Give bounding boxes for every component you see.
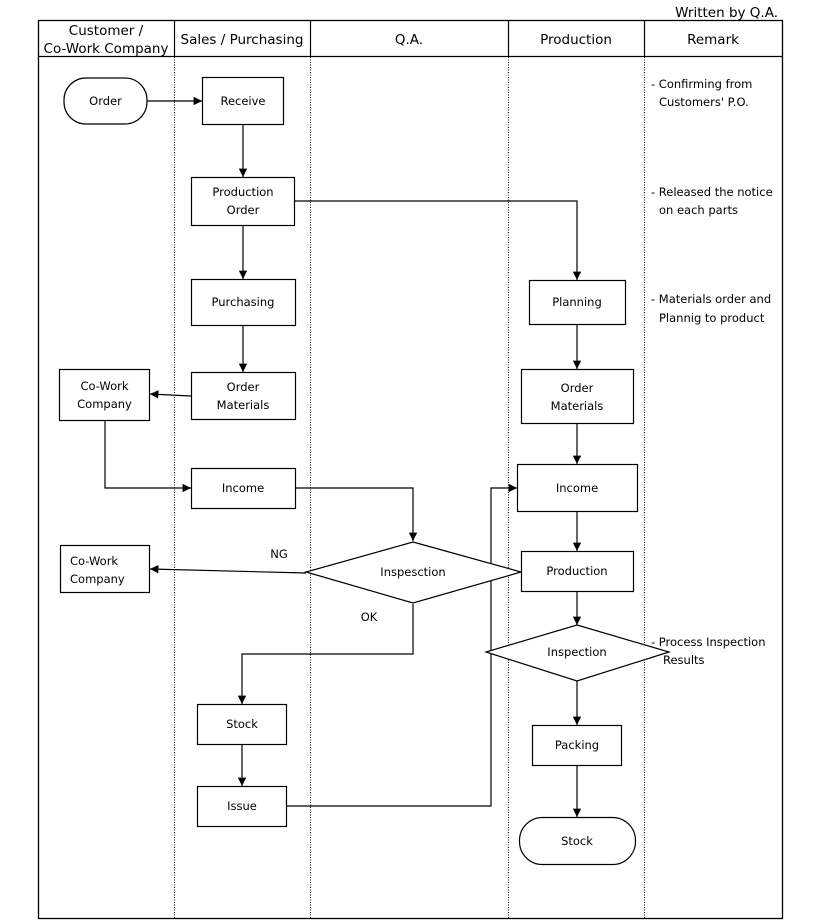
node-production: Production bbox=[520, 550, 635, 593]
node-label-line1: Production bbox=[212, 185, 273, 199]
node-order: Order bbox=[63, 77, 148, 125]
node-label-line2: Company bbox=[70, 572, 125, 586]
remark-1: - Confirming from Customers' P.O. bbox=[651, 77, 752, 109]
arrow-inspection-ok-to-stock bbox=[237, 604, 414, 704]
arrow-order-materials-to-cowork bbox=[149, 390, 192, 399]
remark-line2: on each parts bbox=[659, 203, 738, 217]
lane-header-sales: Sales / Purchasing bbox=[181, 32, 304, 48]
node-prod-inspection: Inspection bbox=[483, 624, 672, 682]
author-note: Written by Q.A. bbox=[675, 5, 778, 21]
node-label-line2: Materials bbox=[551, 399, 604, 413]
node-label-line1: Order bbox=[561, 381, 594, 395]
node-sales-stock: Stock bbox=[196, 703, 288, 746]
node-label: Purchasing bbox=[212, 295, 275, 309]
remark-line1: - Process Inspection bbox=[651, 635, 765, 649]
node-purchasing: Purchasing bbox=[190, 278, 297, 327]
node-label-line2: Company bbox=[77, 397, 132, 411]
node-label-line2: Order bbox=[227, 203, 260, 217]
node-label: Stock bbox=[561, 834, 593, 848]
node-label: Planning bbox=[552, 295, 602, 309]
remark-line1: - Released the notice bbox=[651, 185, 773, 199]
diagram-frame bbox=[37, 19, 784, 920]
node-sales-order-materials: Order Materials bbox=[190, 371, 297, 421]
arrow-inspection-ng-to-cowork bbox=[149, 565, 307, 574]
node-packing: Packing bbox=[531, 724, 623, 767]
node-label-line1: Order bbox=[227, 380, 260, 394]
remark-3: - Materials order and Plannig to product bbox=[651, 292, 771, 325]
lane-header-line2: Co-Work Company bbox=[44, 41, 169, 57]
node-label: Income bbox=[556, 481, 598, 495]
lane-header-qa: Q.A. bbox=[395, 32, 423, 48]
remark-line1: - Materials order and bbox=[651, 292, 771, 306]
node-prod-order-materials: Order Materials bbox=[520, 368, 635, 425]
node-label: Income bbox=[222, 481, 264, 495]
node-label: Stock bbox=[226, 717, 258, 731]
node-cowork-company-2: Co-Work Company bbox=[59, 544, 151, 594]
node-label: Inspection bbox=[547, 645, 606, 659]
edge-label-ok: OK bbox=[361, 610, 378, 624]
remark-line1: - Confirming from bbox=[651, 77, 752, 91]
remark-line2: Plannig to product bbox=[659, 311, 765, 325]
node-label: Order bbox=[89, 94, 122, 108]
remark-line2: Customers' P.O. bbox=[659, 95, 749, 109]
edge-label-ng: NG bbox=[270, 547, 288, 561]
arrow-cowork-to-income bbox=[104, 420, 191, 493]
remark-2: - Released the notice on each parts bbox=[651, 185, 773, 217]
cross-functional-flowchart: Written by Q.A. Customer / Co-Work Compa… bbox=[37, 5, 784, 920]
node-label-line2: Materials bbox=[217, 398, 270, 412]
lane-header-production: Production bbox=[540, 32, 612, 48]
node-sales-income: Income bbox=[190, 467, 297, 510]
arrow-income-to-inspection bbox=[295, 487, 418, 541]
remark-line2: Results bbox=[663, 653, 705, 667]
node-label: Inspesction bbox=[380, 565, 445, 579]
arrow-issue-to-production-income bbox=[287, 483, 517, 807]
node-label: Receive bbox=[220, 94, 265, 108]
lane-header-customer: Customer / Co-Work Company bbox=[44, 23, 169, 57]
node-label: Packing bbox=[555, 738, 599, 752]
node-qa-inspection: Inspesction bbox=[303, 541, 524, 604]
remark-4: - Process Inspection Results bbox=[651, 635, 765, 667]
node-label: Issue bbox=[227, 799, 257, 813]
connectors bbox=[104, 96, 582, 817]
lane-header-remark: Remark bbox=[687, 32, 739, 48]
arrow-production-order-to-planning bbox=[295, 200, 582, 280]
node-final-stock: Stock bbox=[518, 816, 637, 866]
node-label-line1: Co-Work bbox=[70, 554, 118, 568]
node-production-order: Production Order bbox=[190, 176, 296, 227]
node-issue: Issue bbox=[196, 785, 288, 828]
node-label-line1: Co-Work bbox=[80, 379, 128, 393]
lane-header-line1: Customer / bbox=[69, 23, 144, 39]
node-cowork-company-1: Co-Work Company bbox=[58, 368, 151, 422]
node-receive: Receive bbox=[201, 76, 285, 126]
node-planning: Planning bbox=[528, 279, 627, 326]
node-label: Production bbox=[546, 564, 607, 578]
node-prod-income: Income bbox=[516, 463, 639, 513]
